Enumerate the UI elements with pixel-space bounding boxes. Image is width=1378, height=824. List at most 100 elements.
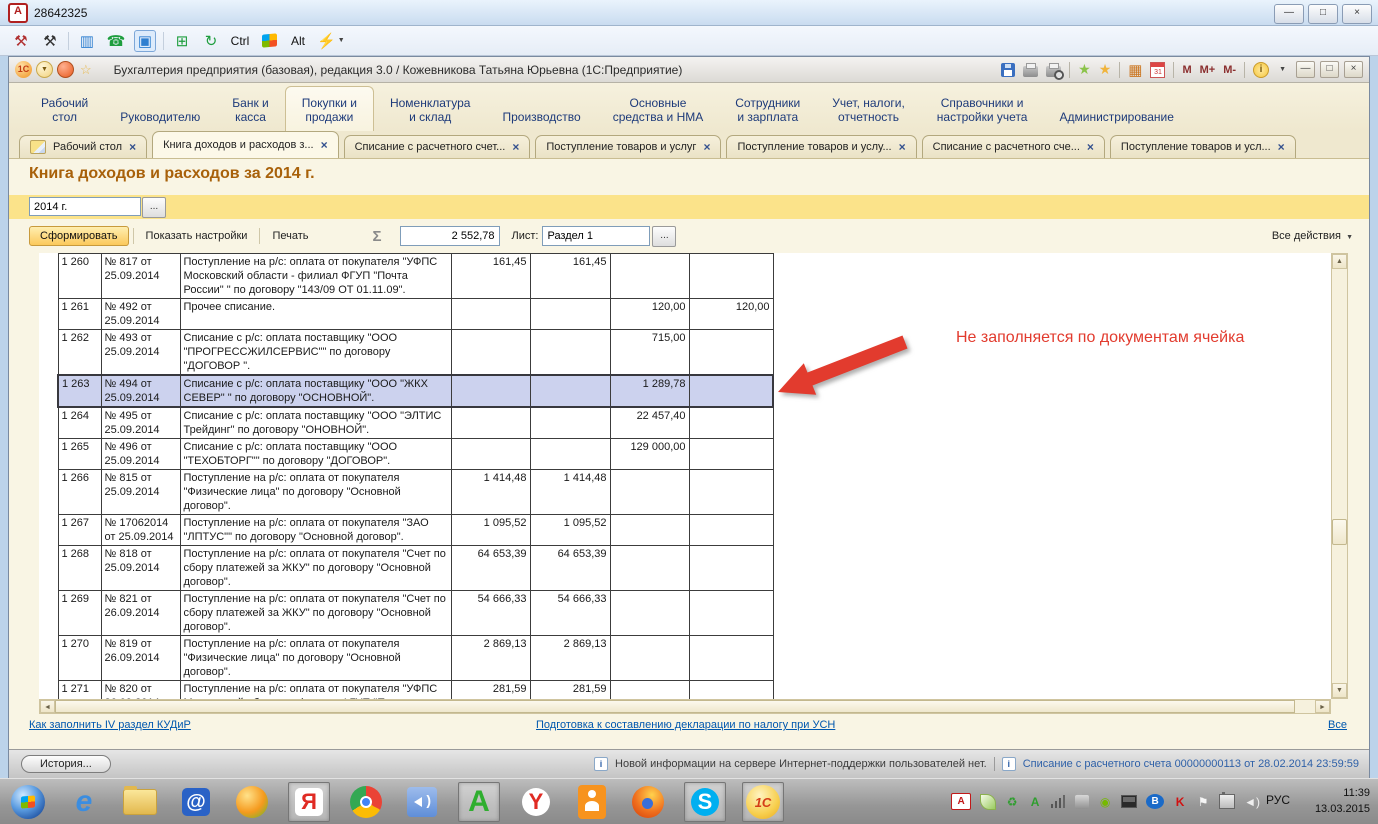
close-icon[interactable]: × (1344, 61, 1363, 78)
table-row[interactable]: 1 261№ 492 от 25.09.2014Прочее списание.… (58, 299, 773, 330)
cell-desc[interactable]: Поступление на р/с: оплата от покупателя… (180, 681, 451, 700)
table-row[interactable]: 1 270№ 819 от 26.09.2014Поступление на р… (58, 636, 773, 681)
taskbar-clock[interactable]: 11:39 13.03.2015 (1296, 785, 1370, 817)
cell-doc[interactable]: № 494 от 25.09.2014 (101, 375, 180, 407)
section-tab[interactable]: Учет, налоги, отчетность (816, 91, 921, 131)
cell-c2[interactable]: 1 095,52 (530, 515, 610, 546)
ammyy-tray-icon[interactable]: A (951, 793, 971, 810)
cell-doc[interactable]: № 819 от 26.09.2014 (101, 636, 180, 681)
vertical-scroll-thumb[interactable] (1332, 519, 1347, 545)
cell-desc[interactable]: Списание с р/с: оплата поставщику "ООО "… (180, 375, 451, 407)
minimize-icon[interactable]: — (1274, 4, 1304, 24)
restore-icon[interactable]: □ (1320, 61, 1339, 78)
sum-field[interactable] (400, 226, 500, 246)
cell-c3[interactable] (610, 470, 689, 515)
section-tab[interactable]: Основные средства и НМА (597, 91, 720, 131)
calculator-icon[interactable]: ▦ (1128, 61, 1142, 79)
cell-doc[interactable]: № 815 от 25.09.2014 (101, 470, 180, 515)
horizontal-scroll-thumb[interactable] (55, 700, 1295, 713)
firefox-icon[interactable] (628, 783, 668, 821)
yandex-browser-icon[interactable]: Y (516, 783, 556, 821)
table-row[interactable]: 1 263№ 494 от 25.09.2014Списание с р/с: … (58, 375, 773, 407)
display-icon[interactable] (1121, 795, 1137, 808)
close-icon[interactable]: × (1087, 140, 1094, 154)
table-row[interactable]: 1 269№ 821 от 26.09.2014Поступление на р… (58, 591, 773, 636)
cell-c2[interactable]: 161,45 (530, 254, 610, 299)
cell-num[interactable]: 1 264 (58, 407, 101, 439)
cell-c2[interactable]: 281,59 (530, 681, 610, 700)
main-menu-icon[interactable]: ▼ (36, 61, 53, 78)
cell-c2[interactable] (530, 330, 610, 376)
calendar-icon[interactable]: 31 (1150, 62, 1165, 78)
refresh-icon[interactable]: ↻ (200, 30, 222, 52)
document-tab[interactable]: Поступление товаров и услу...× (726, 135, 916, 158)
table-row[interactable]: 1 266№ 815 от 25.09.2014Поступление на р… (58, 470, 773, 515)
section-tab[interactable]: Рабочий стол (25, 91, 104, 131)
view-monitor-icon[interactable]: ▣ (134, 30, 156, 52)
document-tab[interactable]: Книга доходов и расходов з...× (152, 131, 339, 158)
leaf-icon[interactable] (980, 794, 996, 810)
settings-tool2-icon[interactable]: ⚒ (39, 30, 61, 52)
all-actions-button[interactable]: Все действия ▼ (1272, 230, 1353, 242)
cell-c3[interactable] (610, 546, 689, 591)
cell-c1[interactable] (451, 375, 530, 407)
close-icon[interactable]: × (512, 140, 519, 154)
cell-c3[interactable]: 22 457,40 (610, 407, 689, 439)
document-tab[interactable]: Списание с расчетного счет...× (344, 135, 531, 158)
close-icon[interactable]: × (703, 140, 710, 154)
cell-c2[interactable] (530, 407, 610, 439)
close-icon[interactable]: × (1342, 4, 1372, 24)
period-choose-button[interactable]: ... (142, 197, 166, 218)
horizontal-scrollbar[interactable]: ◄ ► (39, 699, 1331, 714)
cell-desc[interactable]: Списание с р/с: оплата поставщику "ООО "… (180, 439, 451, 470)
scroll-right-icon[interactable]: ► (1315, 700, 1330, 713)
memory-minus-button[interactable]: M- (1223, 64, 1236, 76)
cell-doc[interactable]: № 17062014 от 25.09.2014 (101, 515, 180, 546)
windows-explorer-icon[interactable] (120, 783, 160, 821)
cell-c4[interactable] (689, 470, 773, 515)
cell-desc[interactable]: Поступление на р/с: оплата от покупателя… (180, 470, 451, 515)
section-tab[interactable]: Сотрудники и зарплата (719, 91, 816, 131)
favorites-star-icon[interactable]: ☆ (80, 62, 92, 78)
cell-doc[interactable]: № 821 от 26.09.2014 (101, 591, 180, 636)
nvidia-icon[interactable]: ◉ (1098, 794, 1112, 809)
cell-c3[interactable]: 1 289,78 (610, 375, 689, 407)
cell-c4[interactable] (689, 591, 773, 636)
cell-c2[interactable]: 1 414,48 (530, 470, 610, 515)
memory-plus-button[interactable]: M+ (1200, 64, 1216, 76)
file-panel-icon[interactable]: ▥ (76, 30, 98, 52)
close-icon[interactable]: × (1278, 140, 1285, 154)
cell-c4[interactable] (689, 681, 773, 700)
sheet-choose-button[interactable]: ... (652, 226, 676, 247)
mailru-icon[interactable]: @ (176, 783, 216, 821)
cell-c4[interactable] (689, 515, 773, 546)
spreadsheet-area[interactable]: 1 260№ 817 от 25.09.2014Поступление на р… (39, 253, 1331, 699)
cell-c1[interactable]: 1 414,48 (451, 470, 530, 515)
cell-c4[interactable] (689, 439, 773, 470)
cell-c3[interactable]: 129 000,00 (610, 439, 689, 470)
cell-c1[interactable]: 2 869,13 (451, 636, 530, 681)
cell-num[interactable]: 1 268 (58, 546, 101, 591)
language-indicator[interactable]: РУС (1266, 793, 1290, 807)
cell-c4[interactable] (689, 254, 773, 299)
cell-doc[interactable]: № 818 от 25.09.2014 (101, 546, 180, 591)
cell-num[interactable]: 1 265 (58, 439, 101, 470)
table-row[interactable]: 1 265№ 496 от 25.09.2014Списание с р/с: … (58, 439, 773, 470)
cell-c1[interactable]: 1 095,52 (451, 515, 530, 546)
document-tab[interactable]: Поступление товаров и усл...× (1110, 135, 1296, 158)
settings-tool-icon[interactable]: ⚒ (10, 30, 32, 52)
cell-desc[interactable]: Поступление на р/с: оплата от покупателя… (180, 254, 451, 299)
all-link[interactable]: Все (1328, 719, 1347, 731)
cell-num[interactable]: 1 267 (58, 515, 101, 546)
cell-desc[interactable]: Поступление на р/с: оплата от покупателя… (180, 591, 451, 636)
cell-c2[interactable]: 64 653,39 (530, 546, 610, 591)
cell-desc[interactable]: Поступление на р/с: оплата от покупателя… (180, 636, 451, 681)
cell-doc[interactable]: № 820 от 26.09.2014 (101, 681, 180, 700)
section-tab[interactable]: Номенклатура и склад (374, 91, 487, 131)
cell-c4[interactable] (689, 546, 773, 591)
cell-desc[interactable]: Списание с р/с: оплата поставщику "ООО "… (180, 407, 451, 439)
cell-c2[interactable]: 54 666,33 (530, 591, 610, 636)
fullscreen-icon[interactable]: ⊞ (171, 30, 193, 52)
alt-key-button[interactable]: Alt (287, 30, 309, 52)
cell-num[interactable]: 1 263 (58, 375, 101, 407)
